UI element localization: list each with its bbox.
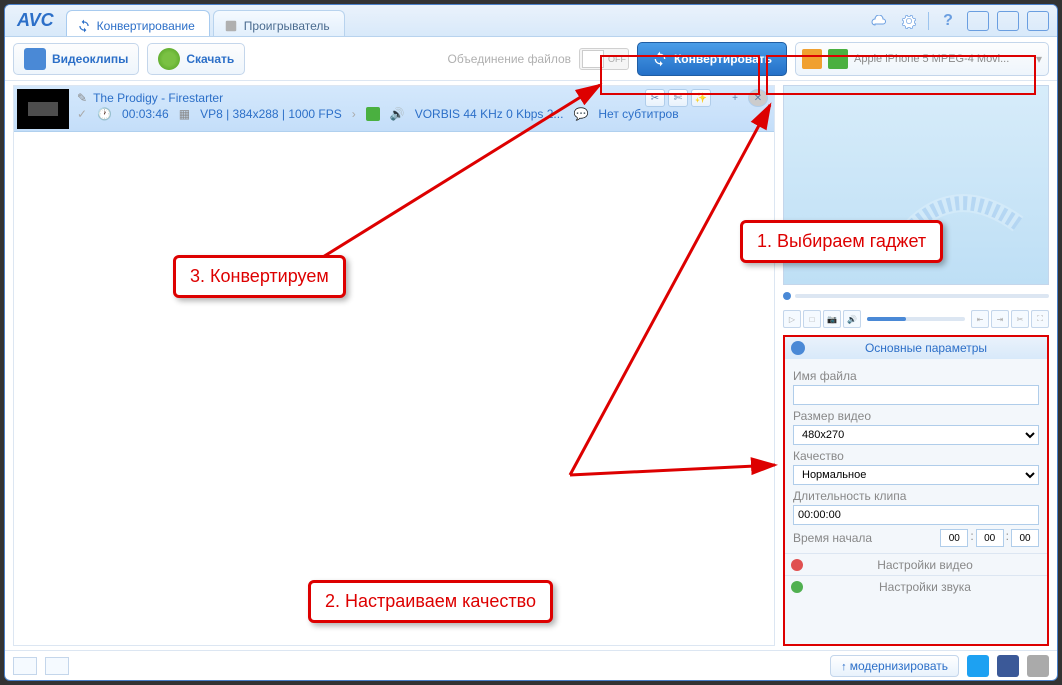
all-icon bbox=[802, 49, 822, 69]
clip-subs: Нет субтитров bbox=[598, 107, 678, 121]
tablist: Конвертирование Проигрыватель bbox=[66, 5, 860, 36]
globe-plus-icon bbox=[158, 48, 180, 70]
duration-label: Длительность клипа bbox=[793, 489, 1039, 503]
start-sec-input[interactable] bbox=[1011, 529, 1039, 547]
audio-settings-nav[interactable]: Настройки звука bbox=[785, 575, 1047, 597]
start-min-input[interactable] bbox=[976, 529, 1004, 547]
toolbar: Видеоклипы Скачать Объединение файлов OF… bbox=[5, 37, 1057, 81]
merge-switch[interactable]: OFF bbox=[579, 48, 629, 70]
cloud-icon[interactable] bbox=[868, 10, 890, 32]
button-label: Скачать bbox=[186, 52, 234, 66]
tab-player[interactable]: Проигрыватель bbox=[213, 10, 345, 36]
profile-text: Apple iPhone 5 MPEG-4 Movi... bbox=[854, 53, 1030, 65]
tab-label: Конвертирование bbox=[97, 19, 195, 33]
help-icon[interactable]: ? bbox=[937, 10, 959, 32]
file-label: Имя файла bbox=[793, 369, 1039, 383]
globe-icon bbox=[791, 341, 805, 355]
clip-list: ✎ The Prodigy - Firestarter ✓ 🕐 00:03:46… bbox=[13, 85, 775, 646]
player-icon bbox=[224, 19, 238, 33]
share-icon[interactable] bbox=[1027, 655, 1049, 677]
titlebar: AVC Конвертирование Проигрыватель ? bbox=[5, 5, 1057, 37]
statusbar: ↑ модернизировать bbox=[5, 650, 1057, 680]
annotation-2: 2. Настраиваем качество bbox=[308, 580, 553, 623]
view-list-button[interactable] bbox=[13, 657, 37, 675]
download-button[interactable]: Скачать bbox=[147, 43, 245, 75]
video-size-select[interactable]: 480x270 bbox=[793, 425, 1039, 445]
tab-convert[interactable]: Конвертирование bbox=[66, 10, 210, 36]
scissors-button[interactable]: ✂ bbox=[1011, 310, 1029, 328]
upgrade-button[interactable]: ↑ модернизировать bbox=[830, 655, 959, 677]
video-icon bbox=[791, 559, 803, 571]
view-grid-button[interactable] bbox=[45, 657, 69, 675]
remove-button[interactable]: ✕ bbox=[748, 89, 768, 107]
phone-icon bbox=[828, 49, 848, 69]
preview-slider[interactable] bbox=[783, 289, 1049, 303]
cut-button[interactable]: ✄ bbox=[668, 89, 688, 107]
effects-button[interactable]: ✨ bbox=[691, 89, 711, 107]
app-logo: AVC bbox=[5, 10, 66, 31]
videoclips-button[interactable]: Видеоклипы bbox=[13, 43, 139, 75]
audio-icon bbox=[791, 581, 803, 593]
preview-controls: ▷ □ 📷 🔊 ⇤ ⇥ ✂ ⛶ bbox=[783, 307, 1049, 331]
snapshot-button[interactable]: 📷 bbox=[823, 310, 841, 328]
right-sidebar: ▷ □ 📷 🔊 ⇤ ⇥ ✂ ⛶ Основные параметры Имя ф… bbox=[783, 85, 1049, 646]
gear-icon[interactable] bbox=[898, 10, 920, 32]
quality-label: Качество bbox=[793, 449, 1039, 463]
phone-icon bbox=[366, 107, 380, 121]
merge-label: Объединение файлов bbox=[448, 52, 572, 66]
add-button[interactable]: + bbox=[725, 89, 745, 107]
check-icon: ✓ bbox=[77, 107, 87, 121]
speaker-icon: 🔊 bbox=[390, 107, 405, 121]
chevron-down-icon: ▾ bbox=[1036, 52, 1042, 66]
clip-row[interactable]: ✎ The Prodigy - Firestarter ✓ 🕐 00:03:46… bbox=[14, 86, 774, 132]
play-button[interactable]: ▷ bbox=[783, 310, 801, 328]
filename-input[interactable] bbox=[793, 385, 1039, 405]
clip-codec: VP8 | 384x288 | 1000 FPS bbox=[200, 107, 342, 121]
codec-icon: ▦ bbox=[179, 107, 190, 121]
stop-button[interactable]: □ bbox=[803, 310, 821, 328]
chevron-right-icon: › bbox=[352, 107, 356, 121]
convert-button[interactable]: Конвертировать bbox=[637, 42, 787, 76]
sync-icon bbox=[652, 51, 668, 67]
mute-button[interactable]: 🔊 bbox=[843, 310, 861, 328]
annotation-1: 1. Выбираем гаджет bbox=[740, 220, 943, 263]
size-label: Размер видео bbox=[793, 409, 1039, 423]
panel-header[interactable]: Основные параметры bbox=[785, 337, 1047, 359]
pencil-icon: ✎ bbox=[77, 91, 87, 105]
film-plus-icon bbox=[24, 48, 46, 70]
quality-select[interactable]: Нормальное bbox=[793, 465, 1039, 485]
clip-title[interactable]: The Prodigy - Firestarter bbox=[93, 91, 223, 105]
expand-button[interactable]: ⛶ bbox=[1031, 310, 1049, 328]
mark-out-button[interactable]: ⇥ bbox=[991, 310, 1009, 328]
mark-in-button[interactable]: ⇤ bbox=[971, 310, 989, 328]
facebook-icon[interactable] bbox=[997, 655, 1019, 677]
annotation-3: 3. Конвертируем bbox=[173, 255, 346, 298]
refresh-icon bbox=[77, 19, 91, 33]
duration-input[interactable] bbox=[793, 505, 1039, 525]
clip-audio: VORBIS 44 KHz 0 Kbps 2... bbox=[415, 107, 564, 121]
output-profile-selector[interactable]: Apple iPhone 5 MPEG-4 Movi... ▾ bbox=[795, 42, 1049, 76]
button-label: Видеоклипы bbox=[52, 52, 128, 66]
clip-duration: 00:03:46 bbox=[122, 107, 169, 121]
bubble-icon: 💬 bbox=[573, 107, 588, 121]
clock-icon: 🕐 bbox=[97, 107, 112, 121]
button-label: Конвертировать bbox=[674, 52, 772, 66]
maximize-button[interactable] bbox=[997, 11, 1019, 31]
twitter-icon[interactable] bbox=[967, 655, 989, 677]
settings-panel: Основные параметры Имя файла Размер виде… bbox=[783, 335, 1049, 646]
minimize-button[interactable] bbox=[967, 11, 989, 31]
panel-title: Основные параметры bbox=[811, 341, 1041, 355]
start-time-label: Время начала bbox=[793, 531, 872, 545]
video-settings-nav[interactable]: Настройки видео bbox=[785, 553, 1047, 575]
content-area: ✎ The Prodigy - Firestarter ✓ 🕐 00:03:46… bbox=[13, 85, 1049, 646]
clip-thumbnail bbox=[17, 89, 69, 129]
tab-label: Проигрыватель bbox=[244, 19, 330, 33]
start-hour-input[interactable] bbox=[940, 529, 968, 547]
crop-button[interactable]: ✂ bbox=[645, 89, 665, 107]
close-button[interactable] bbox=[1027, 11, 1049, 31]
